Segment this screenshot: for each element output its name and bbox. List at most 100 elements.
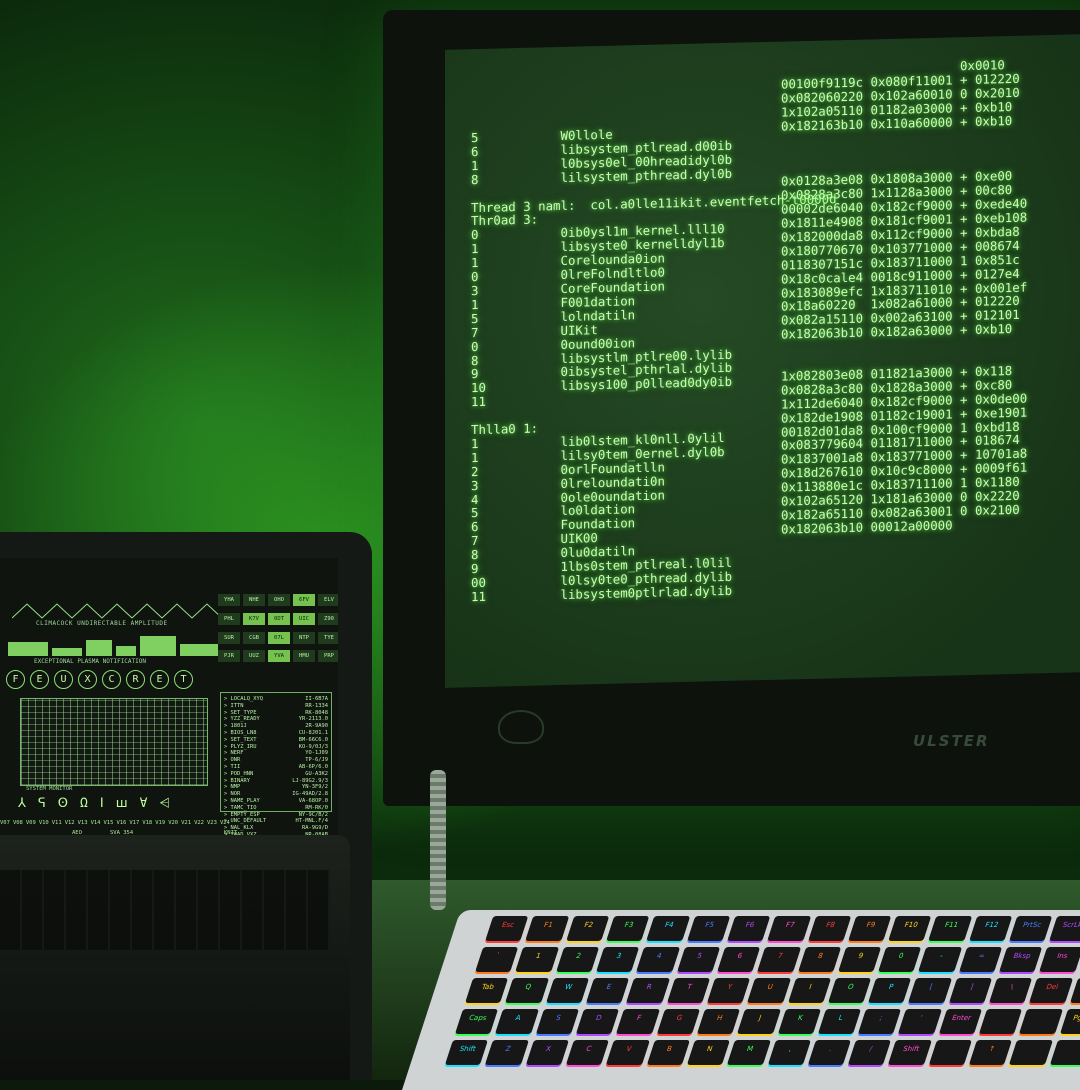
keyboard-key[interactable]: Z: [485, 1040, 528, 1065]
keyboard-key[interactable]: T: [667, 978, 710, 1003]
keyboard-key[interactable]: [929, 1040, 972, 1065]
keyboard-key[interactable]: [1009, 1040, 1052, 1065]
keyboard-key[interactable]: 9: [838, 947, 881, 972]
keyboard-key[interactable]: F2: [566, 916, 609, 941]
grid-cell[interactable]: NTP: [293, 632, 315, 644]
keyboard-key[interactable]: Esc: [485, 916, 528, 941]
keyboard-key[interactable]: Tab: [465, 978, 508, 1003]
grid-cell[interactable]: CGB: [243, 632, 265, 644]
keyboard-key[interactable]: F6: [727, 916, 770, 941]
keyboard-key[interactable]: E: [586, 978, 629, 1003]
keyboard-key[interactable]: F9: [848, 916, 891, 941]
keyboard-key[interactable]: L: [818, 1009, 861, 1034]
keyboard-key[interactable]: PrtSc: [1009, 916, 1052, 941]
glyph-circle[interactable]: X: [78, 670, 97, 689]
keyboard-key[interactable]: X: [525, 1040, 568, 1065]
keyboard-key[interactable]: ': [898, 1009, 941, 1034]
keyboard-key[interactable]: =: [959, 947, 1002, 972]
keyboard-key[interactable]: F1: [525, 916, 568, 941]
glyph-circle[interactable]: C: [102, 670, 121, 689]
keyboard-key[interactable]: D: [576, 1009, 619, 1034]
keyboard-key[interactable]: [1050, 1040, 1080, 1065]
keyboard-key[interactable]: F3: [606, 916, 649, 941]
keyboard-key[interactable]: `: [475, 947, 518, 972]
grid-cell[interactable]: OHO: [268, 594, 290, 606]
keyboard-key[interactable]: N: [687, 1040, 730, 1065]
grid-cell[interactable]: K7V: [243, 613, 265, 625]
grid-cell[interactable]: PJR: [218, 650, 240, 662]
keyboard-key[interactable]: ScrLk: [1050, 916, 1080, 941]
keyboard-key[interactable]: M: [727, 1040, 770, 1065]
grid-cell[interactable]: 07L: [268, 632, 290, 644]
grid-cell[interactable]: Z90: [318, 613, 338, 625]
keyboard-key[interactable]: F10: [888, 916, 931, 941]
keyboard-key[interactable]: 0: [878, 947, 921, 972]
grid-cell[interactable]: 0DT: [268, 613, 290, 625]
grid-cell[interactable]: UIC: [293, 613, 315, 625]
keyboard-key[interactable]: B: [646, 1040, 689, 1065]
grid-cell[interactable]: ELV: [318, 594, 338, 606]
glyph-circle[interactable]: E: [150, 670, 169, 689]
glyph-circle[interactable]: R: [126, 670, 145, 689]
keyboard-key[interactable]: Y: [707, 978, 750, 1003]
keyboard-key[interactable]: Q: [505, 978, 548, 1003]
keyboard-key[interactable]: F7: [767, 916, 810, 941]
keyboard-key[interactable]: 3: [596, 947, 639, 972]
grid-cell[interactable]: SUR: [218, 632, 240, 644]
keyboard-key[interactable]: ]: [949, 978, 992, 1003]
keyboard-key[interactable]: 6: [717, 947, 760, 972]
keyboard-key[interactable]: V: [606, 1040, 649, 1065]
grid-cell[interactable]: PRP: [318, 650, 338, 662]
glyph-circle[interactable]: F: [6, 670, 25, 689]
monitor-screen[interactable]: 5 W0llole6 libsystem_ptlread.d00ib1 l0bs…: [445, 34, 1080, 688]
keyboard-key[interactable]: Enter: [939, 1009, 982, 1034]
keyboard-key[interactable]: 7: [757, 947, 800, 972]
keyboard-key[interactable]: .: [808, 1040, 851, 1065]
keyboard-key[interactable]: F8: [808, 916, 851, 941]
keyboard-key[interactable]: F5: [687, 916, 730, 941]
keyboard-key[interactable]: [: [908, 978, 951, 1003]
keyboard-key[interactable]: 8: [798, 947, 841, 972]
keyboard-key[interactable]: Caps: [455, 1009, 498, 1034]
keyboard-key[interactable]: ↑: [969, 1040, 1012, 1065]
keyboard-key[interactable]: S: [536, 1009, 579, 1034]
grid-cell[interactable]: UUZ: [243, 650, 265, 662]
keyboard-key[interactable]: \: [989, 978, 1032, 1003]
laptop-screen[interactable]: CLIMACOCK UNDIRECTABLE AMPLITUDE EXCEPTI…: [0, 558, 338, 842]
keyboard-key[interactable]: J: [737, 1009, 780, 1034]
keyboard-key[interactable]: Del: [1029, 978, 1072, 1003]
keyboard-key[interactable]: F4: [646, 916, 689, 941]
keyboard-key[interactable]: A: [495, 1009, 538, 1034]
keyboard-key[interactable]: PgDn: [1060, 1009, 1080, 1034]
grid-cell[interactable]: YHA: [218, 594, 240, 606]
keyboard-key[interactable]: P: [868, 978, 911, 1003]
grid-cell[interactable]: NHE: [243, 594, 265, 606]
keyboard-key[interactable]: 1: [515, 947, 558, 972]
keyboard-key[interactable]: 5: [677, 947, 720, 972]
keyboard-key[interactable]: I: [788, 978, 831, 1003]
keyboard-key[interactable]: F12: [969, 916, 1012, 941]
keyboard-key[interactable]: H: [697, 1009, 740, 1034]
keyboard-key[interactable]: [979, 1009, 1022, 1034]
grid-cell[interactable]: TYE: [318, 632, 338, 644]
keyboard-key[interactable]: F: [616, 1009, 659, 1034]
glyph-circle[interactable]: E: [30, 670, 49, 689]
keyboard-key[interactable]: ;: [858, 1009, 901, 1034]
glyph-circle[interactable]: U: [54, 670, 73, 689]
keyboard-key[interactable]: /: [848, 1040, 891, 1065]
keyboard-key[interactable]: U: [747, 978, 790, 1003]
grid-cell[interactable]: 6FV: [293, 594, 315, 606]
keyboard-key[interactable]: G: [657, 1009, 700, 1034]
glyph-circle[interactable]: T: [174, 670, 193, 689]
keyboard-key[interactable]: F11: [929, 916, 972, 941]
keyboard-key[interactable]: 2: [556, 947, 599, 972]
keyboard-key[interactable]: -: [919, 947, 962, 972]
keyboard-key[interactable]: Bksp: [999, 947, 1042, 972]
keyboard-key[interactable]: Shift: [888, 1040, 931, 1065]
keyboard-key[interactable]: C: [566, 1040, 609, 1065]
keyboard-key[interactable]: ,: [767, 1040, 810, 1065]
keyboard-key[interactable]: Ins: [1039, 947, 1080, 972]
grid-cell[interactable]: PHL: [218, 613, 240, 625]
keyboard-key[interactable]: W: [546, 978, 589, 1003]
keyboard-key[interactable]: R: [626, 978, 669, 1003]
